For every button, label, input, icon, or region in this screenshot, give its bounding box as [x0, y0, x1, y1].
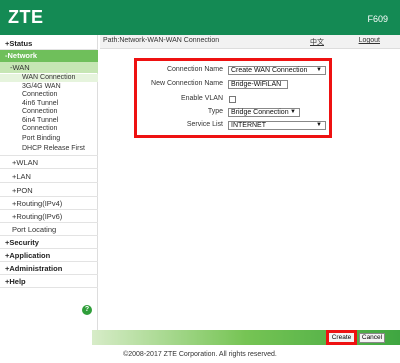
sidebar-item-wan[interactable]: -WAN	[0, 62, 98, 73]
language-link[interactable]: 中文	[310, 37, 324, 47]
help-icon[interactable]: ?	[82, 305, 92, 315]
sidebar-item-port-locating[interactable]: Port Locating	[0, 225, 98, 234]
divider	[0, 274, 98, 275]
connection-name-select[interactable]: Create WAN Connection ▼	[228, 66, 326, 75]
divider	[0, 235, 98, 236]
divider	[0, 222, 98, 223]
chevron-down-icon: ▼	[316, 67, 322, 73]
sidebar-item-4in6-tunnel-cont[interactable]: Connection	[0, 108, 98, 116]
divider	[0, 196, 98, 197]
header-bar: ZTE F609	[0, 0, 400, 35]
zte-logo: ZTE	[8, 7, 44, 27]
sidebar-item-pon[interactable]: +PON	[0, 186, 98, 195]
device-model: F609	[367, 14, 388, 24]
enable-vlan-checkbox[interactable]	[229, 96, 236, 103]
connection-name-label: Connection Name	[166, 66, 223, 73]
sidebar-item-port-binding[interactable]: Port Binding	[0, 135, 98, 143]
sidebar-item-6in4-tunnel[interactable]: 6in4 Tunnel	[0, 117, 98, 125]
sidebar-item-security[interactable]: +Security	[0, 238, 98, 247]
sidebar-item-lan[interactable]: +LAN	[0, 172, 98, 181]
service-list-value: INTERNET	[231, 122, 266, 129]
copyright-text: ©2008-2017 ZTE Corporation. All rights r…	[123, 351, 277, 358]
sidebar-item-routing-ipv4[interactable]: +Routing(IPv4)	[0, 199, 98, 208]
sidebar-item-3g4g-wan-cont[interactable]: Connection	[0, 91, 98, 99]
cancel-button[interactable]: Cancel	[359, 333, 385, 343]
sidebar: +Status -Network -WAN WAN Connection 3G/…	[0, 35, 98, 343]
enable-vlan-label: Enable VLAN	[180, 95, 223, 102]
divider	[0, 209, 98, 210]
divider	[0, 155, 98, 156]
sidebar-item-dhcp-release-first[interactable]: DHCP Release First	[0, 145, 98, 153]
type-label: Type	[207, 108, 223, 115]
sidebar-item-help[interactable]: +Help	[0, 277, 98, 286]
sidebar-item-4in6-tunnel[interactable]: 4in6 Tunnel	[0, 100, 98, 108]
divider	[0, 261, 98, 262]
sidebar-item-administration[interactable]: +Administration	[0, 264, 98, 273]
sidebar-item-wan-connection[interactable]: WAN Connection	[0, 74, 98, 82]
sidebar-item-6in4-tunnel-cont[interactable]: Connection	[0, 125, 98, 133]
breadcrumb: Path:Network-WAN-WAN Connection	[103, 37, 220, 44]
sidebar-item-status[interactable]: +Status	[0, 39, 98, 48]
divider	[0, 287, 98, 288]
divider	[0, 182, 98, 183]
sidebar-item-3g4g-wan[interactable]: 3G/4G WAN	[0, 83, 98, 91]
breadcrumb-bar: Path:Network-WAN-WAN Connection 中文 Logou…	[100, 35, 400, 49]
divider	[0, 248, 98, 249]
sidebar-item-network[interactable]: -Network	[0, 50, 98, 62]
connection-name-value: Create WAN Connection	[231, 67, 308, 74]
new-connection-name-input[interactable]: Bridge-WiFiLAN	[228, 80, 288, 89]
divider	[0, 168, 98, 169]
new-connection-name-label: New Connection Name	[151, 80, 223, 87]
service-list-select[interactable]: INTERNET ▼	[228, 121, 326, 130]
sidebar-item-application[interactable]: +Application	[0, 251, 98, 260]
sidebar-item-routing-ipv6[interactable]: +Routing(IPv6)	[0, 212, 98, 221]
type-select[interactable]: Bridge Connection ▼	[228, 108, 300, 117]
create-button[interactable]: Create	[326, 330, 357, 345]
sidebar-item-wlan[interactable]: +WLAN	[0, 158, 98, 167]
chevron-down-icon: ▼	[290, 109, 296, 115]
chevron-down-icon: ▼	[316, 122, 322, 128]
type-value: Bridge Connection	[231, 109, 289, 116]
logout-link[interactable]: Logout	[359, 37, 380, 44]
service-list-label: Service List	[186, 121, 223, 128]
